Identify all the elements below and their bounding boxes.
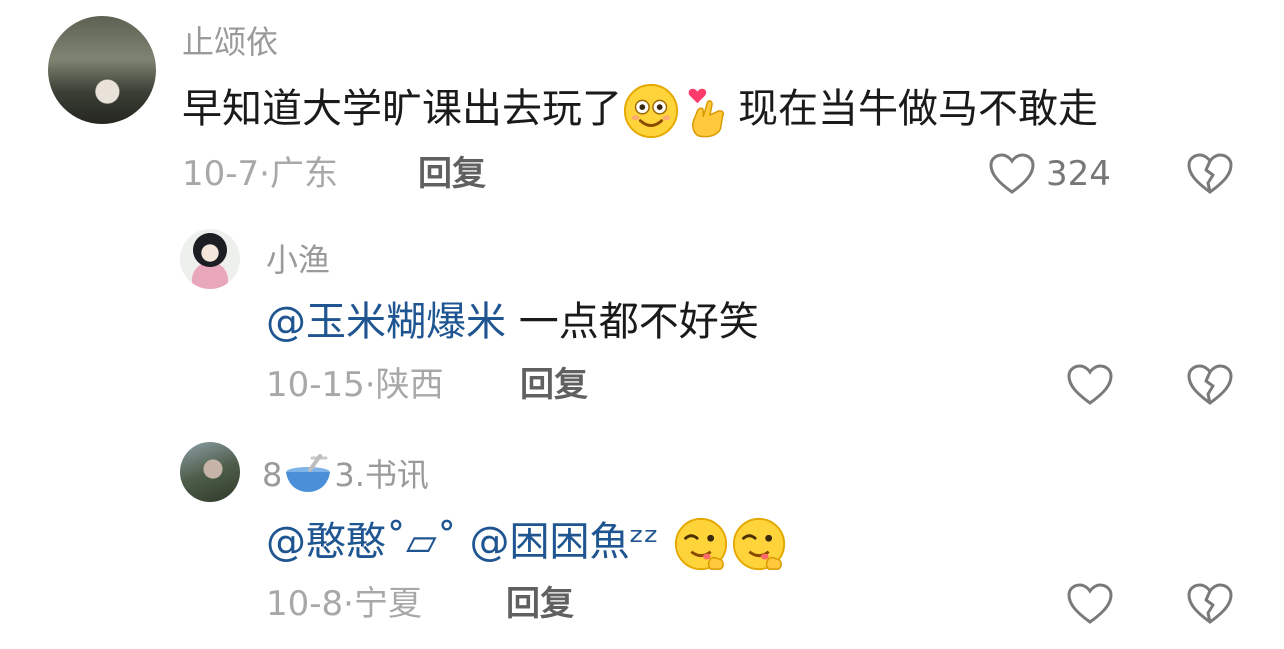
broken-heart-icon[interactable] bbox=[1186, 582, 1234, 626]
username-prefix: 8 bbox=[262, 456, 283, 494]
mention-link[interactable]: @憨憨˚▱˚ bbox=[266, 519, 457, 565]
comment-meta: 10-15·陕西 bbox=[266, 365, 444, 405]
reply-button[interactable]: 回复 bbox=[520, 365, 588, 405]
comment-date: 10-7 bbox=[182, 154, 260, 194]
avatar[interactable] bbox=[48, 16, 156, 124]
reply-button[interactable]: 回复 bbox=[506, 584, 574, 624]
comment-text: 早知道大学旷课出去玩了 现在当牛做马不敢走 bbox=[182, 82, 1098, 140]
username[interactable]: 8 3.书讯 bbox=[262, 454, 429, 495]
reply-button[interactable]: 回复 bbox=[418, 154, 486, 194]
avatar[interactable] bbox=[180, 442, 240, 502]
heart-icon[interactable] bbox=[1066, 582, 1114, 626]
comment-text: @憨憨˚▱˚ @困困魚ᶻᶻ bbox=[266, 515, 788, 573]
like-count: 324 bbox=[1046, 154, 1111, 194]
comment-text-main: 一点都不好笑 bbox=[518, 299, 759, 345]
yummy-face-emoji bbox=[674, 517, 727, 571]
comment-location: 陕西 bbox=[375, 365, 444, 405]
comment-meta: 10-7·广东 bbox=[182, 154, 338, 194]
comment-meta: 10-8·宁夏 bbox=[266, 584, 422, 624]
broken-heart-icon[interactable] bbox=[1186, 152, 1234, 196]
username-suffix: 3.书讯 bbox=[334, 456, 429, 494]
comment-location: 宁夏 bbox=[353, 584, 422, 624]
heart-icon[interactable] bbox=[988, 152, 1036, 196]
avatar[interactable] bbox=[180, 229, 240, 289]
mention-link[interactable]: @困困魚ᶻᶻ bbox=[469, 519, 658, 565]
username[interactable]: 小渔 bbox=[266, 240, 330, 280]
finger-heart-emoji bbox=[688, 88, 725, 138]
meta-separator: · bbox=[343, 584, 354, 624]
comment-text: @玉米糊爆米 一点都不好笑 bbox=[266, 298, 759, 346]
mention-link[interactable]: @玉米糊爆米 bbox=[266, 299, 506, 345]
heart-icon[interactable] bbox=[1066, 363, 1114, 407]
smiling-face-emoji bbox=[623, 83, 679, 139]
comment-date: 10-8 bbox=[266, 584, 344, 624]
bowl-spoon-emoji bbox=[286, 454, 331, 492]
comment-date: 10-15 bbox=[266, 365, 365, 405]
comment-text-main: 早知道大学旷课出去玩了 bbox=[182, 86, 622, 132]
meta-separator: · bbox=[259, 154, 270, 194]
meta-separator: · bbox=[364, 365, 376, 405]
yummy-face-emoji bbox=[732, 517, 785, 571]
username[interactable]: 止颂依 bbox=[182, 22, 278, 62]
broken-heart-icon[interactable] bbox=[1186, 363, 1234, 407]
comment-location: 广东 bbox=[269, 154, 338, 194]
comment-text-end: 现在当牛做马不敢走 bbox=[738, 86, 1098, 132]
